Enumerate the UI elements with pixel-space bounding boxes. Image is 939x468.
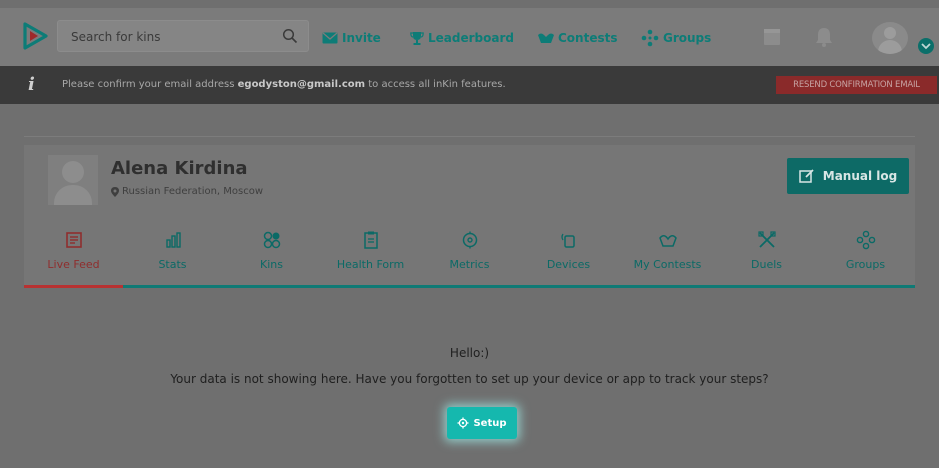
tab-label: My Contests bbox=[633, 258, 702, 271]
nav-contests[interactable]: Contests bbox=[538, 29, 618, 47]
tab-duels[interactable]: Duels bbox=[717, 222, 816, 288]
notice-message: Please confirm your email address egodys… bbox=[62, 79, 506, 90]
nav-leaderboard-label: Leaderboard bbox=[428, 31, 514, 45]
health-form-icon bbox=[363, 231, 378, 249]
tab-devices[interactable]: Devices bbox=[519, 222, 618, 288]
setup-button[interactable]: Setup bbox=[447, 407, 517, 439]
bell-icon[interactable] bbox=[812, 24, 836, 50]
nav-invite[interactable]: Invite bbox=[322, 29, 381, 47]
search-input[interactable] bbox=[71, 27, 271, 47]
manual-log-button[interactable]: Manual log bbox=[787, 158, 909, 194]
notice-prefix: Please confirm your email address bbox=[62, 79, 238, 90]
tab-indicator bbox=[420, 285, 519, 288]
profile-location-text: Russian Federation, Moscow bbox=[122, 186, 264, 197]
nav-invite-label: Invite bbox=[342, 31, 381, 45]
tab-label: Live Feed bbox=[47, 258, 100, 271]
tab-label: Duels bbox=[751, 258, 782, 271]
setup-label: Setup bbox=[473, 417, 507, 429]
search-icon[interactable] bbox=[282, 28, 298, 44]
nav-groups-label: Groups bbox=[663, 31, 712, 45]
calendar-icon[interactable] bbox=[760, 24, 784, 50]
user-avatar[interactable] bbox=[872, 22, 908, 54]
metrics-icon bbox=[462, 231, 477, 249]
tab-indicator bbox=[717, 285, 816, 288]
tab-label: Kins bbox=[260, 258, 283, 271]
trophy-icon bbox=[410, 32, 424, 45]
profile-avatar[interactable] bbox=[48, 155, 98, 205]
search-box[interactable] bbox=[57, 20, 309, 52]
inkin-logo-icon[interactable] bbox=[22, 22, 48, 50]
tab-health-form[interactable]: Health Form bbox=[321, 222, 420, 288]
contest-icon bbox=[538, 33, 554, 43]
manual-log-label: Manual log bbox=[822, 169, 898, 183]
tab-indicator bbox=[618, 285, 717, 288]
stats-icon bbox=[165, 232, 181, 248]
tab-label: Groups bbox=[845, 258, 886, 271]
greeting-text: Hello:) bbox=[449, 346, 490, 360]
gear-icon bbox=[457, 417, 469, 429]
tab-indicator bbox=[123, 285, 222, 288]
tab-label: Health Form bbox=[336, 258, 405, 271]
duels-icon bbox=[757, 231, 776, 248]
tab-indicator bbox=[816, 285, 915, 288]
tab-my-contests[interactable]: My Contests bbox=[618, 222, 717, 288]
tab-indicator bbox=[519, 285, 618, 288]
groups-icon bbox=[856, 230, 875, 250]
tab-indicator bbox=[321, 285, 420, 288]
profile-location: Russian Federation, Moscow bbox=[111, 186, 263, 197]
tab-indicator bbox=[24, 285, 123, 288]
notice-email: egodyston@gmail.com bbox=[237, 79, 366, 90]
devices-icon bbox=[560, 233, 575, 248]
nav-contests-label: Contests bbox=[558, 31, 618, 45]
tab-live-feed[interactable]: Live Feed bbox=[24, 222, 123, 288]
nav-groups[interactable]: Groups bbox=[641, 29, 711, 47]
kins-icon bbox=[263, 231, 280, 249]
tab-stats[interactable]: Stats bbox=[123, 222, 222, 288]
my-contests-icon bbox=[658, 235, 677, 247]
tab-indicator bbox=[222, 285, 321, 288]
chevron-down-icon[interactable] bbox=[918, 38, 934, 54]
divider bbox=[24, 136, 915, 137]
profile-tabs: Live Feed Stats Kins Health Form Metrics… bbox=[24, 222, 915, 288]
tab-label: Stats bbox=[158, 258, 187, 271]
tab-kins[interactable]: Kins bbox=[222, 222, 321, 288]
tab-groups[interactable]: Groups bbox=[816, 222, 915, 288]
info-icon: i bbox=[28, 74, 35, 95]
mail-icon bbox=[322, 32, 338, 44]
live-feed-icon bbox=[65, 232, 82, 248]
resend-confirmation-button[interactable]: RESEND CONFIRMATION EMAIL bbox=[776, 76, 937, 94]
top-navigation: Invite Leaderboard Contests Groups bbox=[0, 8, 939, 66]
notice-suffix: to access all inKin features. bbox=[365, 79, 506, 90]
profile-name: Alena Kirdina bbox=[111, 158, 248, 179]
edit-icon bbox=[799, 169, 814, 183]
tab-label: Metrics bbox=[449, 258, 490, 271]
nav-leaderboard[interactable]: Leaderboard bbox=[410, 29, 514, 47]
empty-state-message: Your data is not showing here. Have you … bbox=[170, 372, 769, 386]
email-confirmation-notice: i Please confirm your email address egod… bbox=[0, 66, 939, 104]
tab-label: Devices bbox=[546, 258, 591, 271]
tab-metrics[interactable]: Metrics bbox=[420, 222, 519, 288]
location-pin-icon bbox=[111, 186, 119, 197]
groups-icon bbox=[641, 29, 659, 47]
